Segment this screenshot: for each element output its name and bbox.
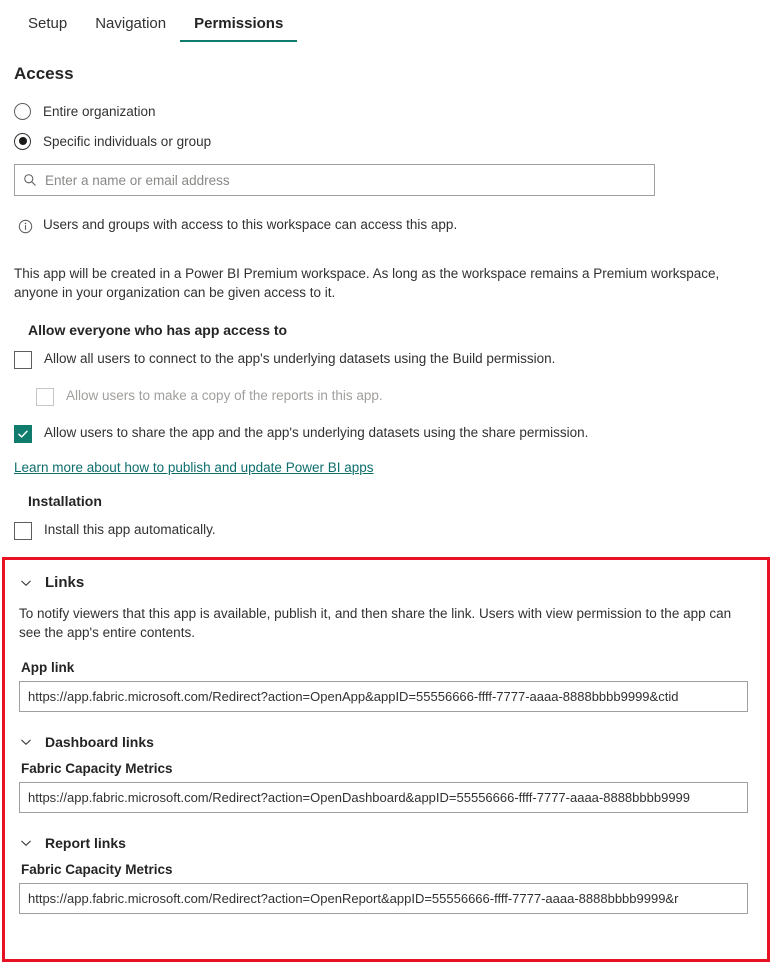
report-item-label: Fabric Capacity Metrics: [21, 862, 173, 877]
allow-section-heading: Allow everyone who has app access to: [28, 322, 288, 338]
radio-label-specific-individuals: Specific individuals or group: [43, 133, 212, 149]
chevron-down-icon: [19, 576, 33, 590]
links-collapse-header[interactable]: Links: [19, 574, 767, 591]
dashboard-links-collapse-header[interactable]: Dashboard links: [19, 734, 767, 750]
checkbox-label-build-permission: Allow all users to connect to the app's …: [44, 351, 556, 366]
checkbox-row-share-permission[interactable]: Allow users to share the app and the app…: [14, 424, 588, 443]
people-search-box[interactable]: [14, 164, 655, 196]
dashboard-link-input[interactable]: [19, 782, 748, 813]
chevron-down-icon: [19, 735, 33, 749]
radio-circle-icon: [14, 102, 31, 120]
search-input[interactable]: [45, 172, 654, 188]
checkbox-copy-reports-icon: [36, 388, 54, 406]
search-icon: [15, 173, 45, 187]
premium-workspace-note: This app will be created in a Power BI P…: [14, 266, 720, 300]
checkbox-label-install-automatically: Install this app automatically.: [44, 522, 216, 537]
chevron-down-icon: [19, 836, 33, 850]
report-links-title: Report links: [45, 835, 126, 851]
checkbox-row-install-automatically[interactable]: Install this app automatically.: [14, 521, 216, 540]
tab-permissions[interactable]: Permissions: [180, 15, 298, 42]
info-message-text: Users and groups with access to this wor…: [43, 217, 458, 232]
tab-setup[interactable]: Setup: [14, 15, 81, 42]
report-links-collapse-header[interactable]: Report links: [19, 835, 767, 851]
links-title: Links: [45, 574, 85, 591]
checkbox-row-build-permission[interactable]: Allow all users to connect to the app's …: [14, 350, 555, 369]
links-description: To notify viewers that this app is avail…: [19, 606, 732, 640]
permissions-page: Setup Navigation Permissions Access Enti…: [0, 0, 775, 966]
radio-circle-selected-icon: [14, 132, 31, 150]
info-icon: [18, 219, 33, 234]
checkbox-label-copy-reports: Allow users to make a copy of the report…: [66, 388, 383, 403]
info-message-row: Users and groups with access to this wor…: [18, 217, 457, 234]
tab-bar: Setup Navigation Permissions: [0, 0, 775, 42]
radio-entire-organization[interactable]: Entire organization: [14, 98, 775, 124]
report-link-input[interactable]: [19, 883, 748, 914]
tab-navigation[interactable]: Navigation: [81, 15, 180, 42]
checkbox-build-permission-icon: [14, 351, 32, 369]
radio-label-entire-organization: Entire organization: [43, 103, 156, 119]
checkmark-icon: [18, 430, 28, 438]
dashboard-links-title: Dashboard links: [45, 734, 154, 750]
links-section-highlight: Links To notify viewers that this app is…: [2, 557, 770, 962]
checkbox-share-permission-icon: [14, 425, 32, 443]
learn-more-link[interactable]: Learn more about how to publish and upda…: [14, 460, 374, 475]
installation-heading: Installation: [28, 493, 102, 509]
app-link-input[interactable]: [19, 681, 748, 712]
access-heading: Access: [14, 64, 74, 83]
checkbox-label-share-permission: Allow users to share the app and the app…: [44, 425, 589, 440]
checkbox-install-automatically-icon: [14, 522, 32, 540]
app-link-label: App link: [21, 660, 75, 675]
checkbox-row-copy-reports: Allow users to make a copy of the report…: [36, 387, 383, 406]
dashboard-item-label: Fabric Capacity Metrics: [21, 761, 173, 776]
radio-specific-individuals[interactable]: Specific individuals or group: [14, 128, 775, 154]
